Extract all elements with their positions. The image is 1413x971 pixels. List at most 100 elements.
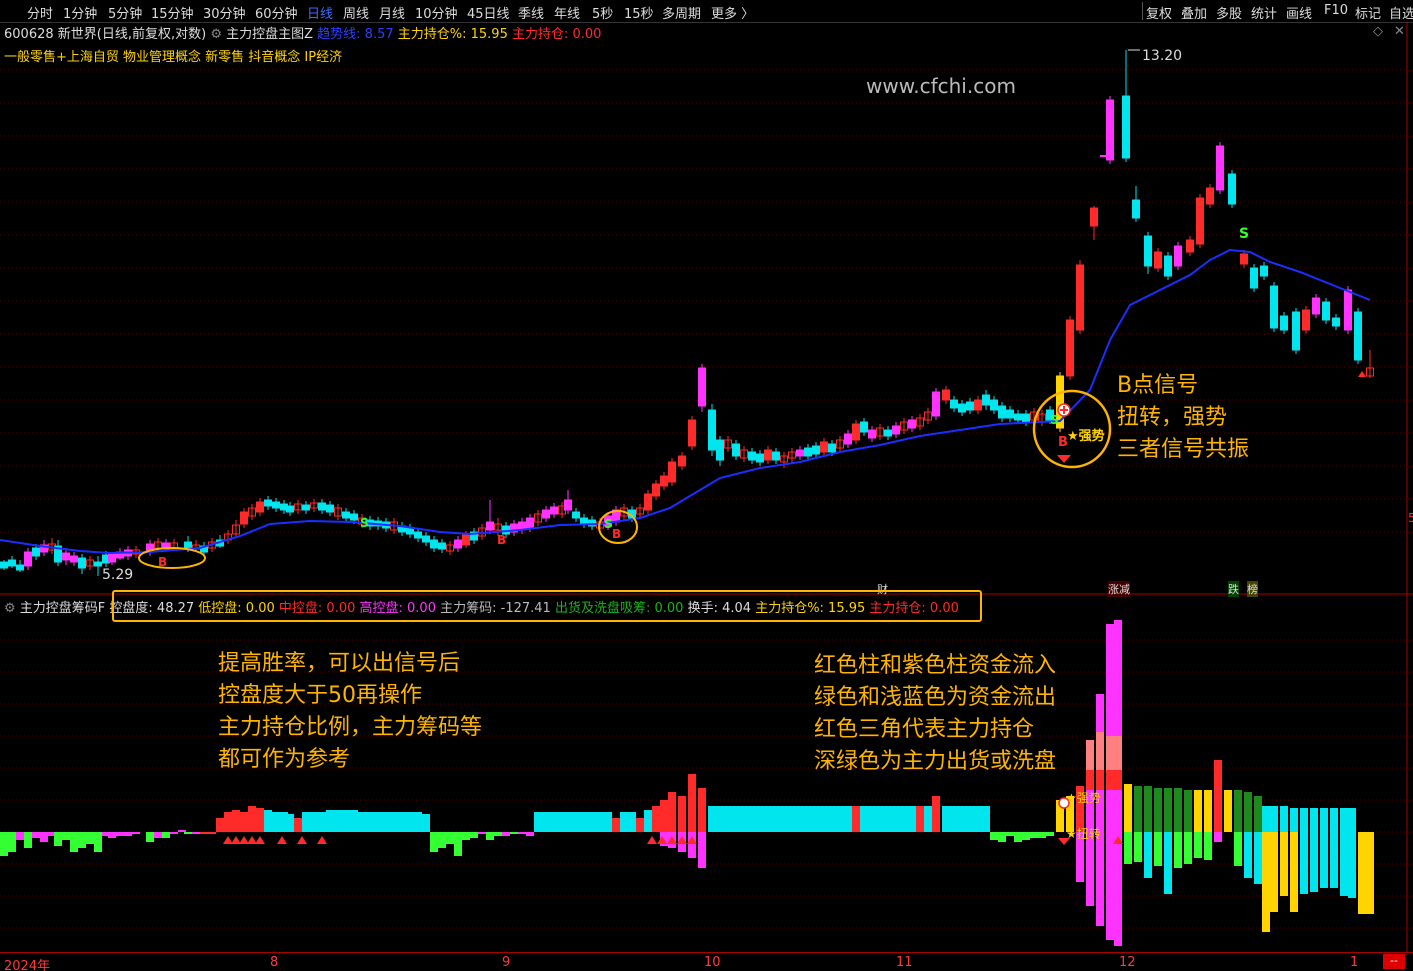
histogram-bar xyxy=(534,812,542,832)
candle-body xyxy=(1240,253,1248,265)
histogram-bar xyxy=(740,806,748,832)
histogram-bar xyxy=(1254,796,1262,832)
histogram-bar xyxy=(178,830,186,832)
candle-body xyxy=(1076,264,1084,331)
candle-body xyxy=(550,506,558,515)
indicator-settings-icon[interactable]: ⚙ xyxy=(4,601,16,616)
histogram-bar xyxy=(678,796,686,832)
histogram-bar xyxy=(116,832,124,836)
candle-body xyxy=(852,423,860,441)
histogram-bar xyxy=(390,812,398,832)
histogram-bar xyxy=(286,814,294,832)
scroll-end-button[interactable]: -- xyxy=(1383,954,1405,969)
histogram-bar xyxy=(796,806,804,832)
buy-signal-mark: B xyxy=(158,555,167,569)
histogram-bar xyxy=(216,818,224,832)
buy-signal-mark: B xyxy=(612,527,621,541)
candle-body xyxy=(1174,245,1182,267)
histogram-overlay xyxy=(1086,740,1094,770)
indicator-name-lower[interactable]: 主力控盘筹码F xyxy=(20,601,105,616)
candle-body xyxy=(1302,309,1310,331)
candle-body xyxy=(318,502,326,511)
holding-triangle-icon xyxy=(231,836,241,844)
histogram-bar-neg xyxy=(1234,832,1242,866)
candle-body xyxy=(958,403,966,413)
histogram-bar xyxy=(1310,808,1318,832)
candle-body xyxy=(756,453,764,463)
histogram-bar-neg xyxy=(1254,832,1262,884)
candle-body xyxy=(732,443,740,457)
histogram-bar xyxy=(772,806,780,832)
histogram-bar xyxy=(1320,808,1328,832)
holding-triangle-icon xyxy=(247,836,257,844)
histogram-bar xyxy=(1214,760,1222,832)
candle-body xyxy=(342,511,350,519)
candle-body xyxy=(272,501,280,509)
candle-body xyxy=(1090,207,1098,227)
histogram-bar xyxy=(446,832,454,844)
high-price-label: 13.20 xyxy=(1142,48,1183,64)
candle-body xyxy=(892,425,900,435)
histogram-bar xyxy=(966,806,974,832)
candle-body xyxy=(1228,173,1236,205)
histogram-bar xyxy=(184,832,192,834)
histogram-bar xyxy=(868,806,876,832)
candle-body xyxy=(580,517,588,525)
histogram-bar xyxy=(1114,620,1122,832)
candle-body xyxy=(184,541,192,549)
candle-body xyxy=(1260,265,1268,277)
candle-body xyxy=(486,521,494,531)
histogram-bar xyxy=(780,806,788,832)
histogram-bar xyxy=(950,806,958,832)
histogram-bar-neg xyxy=(1154,832,1162,866)
histogram-overlay xyxy=(1096,732,1104,770)
histogram-bar xyxy=(998,832,1006,842)
histogram-bar xyxy=(1280,806,1288,832)
histogram-bar xyxy=(78,832,86,848)
histogram-bar xyxy=(62,832,70,840)
candle-body xyxy=(1164,255,1172,277)
histogram-bar xyxy=(366,812,374,832)
histogram-bar xyxy=(1348,808,1356,832)
histogram-bar xyxy=(70,832,78,852)
histogram-bar-neg xyxy=(1290,832,1298,912)
histogram-bar-neg xyxy=(1194,832,1202,858)
date-axis: 2024年 8 9 10 11 12 1 -- xyxy=(0,952,1413,971)
candle-body xyxy=(708,409,716,451)
candle-body xyxy=(256,501,264,513)
right-annotation: 红色柱和紫色柱资金流入 绿色和浅蓝色为资金流出 红色三角代表主力持仓 深绿色为主… xyxy=(814,650,1056,778)
histogram-bar xyxy=(1106,624,1114,832)
histogram-bar-neg xyxy=(1366,832,1374,914)
histogram-bar xyxy=(1224,790,1232,832)
histogram-bar-neg xyxy=(1204,832,1212,860)
histogram-bar xyxy=(0,832,8,856)
right-edge-mark: 5 xyxy=(1408,511,1413,525)
kline-chart[interactable]: BB BBS SSS xyxy=(0,0,1413,952)
candle-body xyxy=(1122,95,1130,159)
histogram-bar-neg xyxy=(1086,832,1094,906)
candle-body xyxy=(998,405,1006,419)
histogram-bar-neg xyxy=(1144,832,1152,878)
histogram-bar xyxy=(8,832,16,852)
strong-mark-lower: ★强势 xyxy=(1066,791,1101,805)
candle-body xyxy=(438,542,446,550)
histogram-bar xyxy=(580,812,588,832)
histogram-bar xyxy=(542,812,550,832)
histogram-bar xyxy=(708,806,716,832)
candle-body xyxy=(1154,251,1162,269)
histogram-bar-neg xyxy=(1300,832,1308,894)
histogram-bar xyxy=(108,832,116,838)
candle-body xyxy=(542,509,550,519)
histogram-bar xyxy=(326,810,334,832)
histogram-bar xyxy=(526,832,534,836)
zhang-mark: 涨减 xyxy=(1108,581,1130,597)
indicator-highlight-box xyxy=(112,590,982,622)
histogram-bar xyxy=(170,832,178,834)
candle-body xyxy=(1322,301,1330,321)
date-label: 2024年 xyxy=(4,959,51,971)
histogram-bar xyxy=(852,806,860,832)
candle-body xyxy=(1022,413,1030,423)
histogram-bar xyxy=(398,812,406,832)
histogram-bar xyxy=(1330,808,1338,832)
histogram-bar-neg xyxy=(1106,832,1114,940)
